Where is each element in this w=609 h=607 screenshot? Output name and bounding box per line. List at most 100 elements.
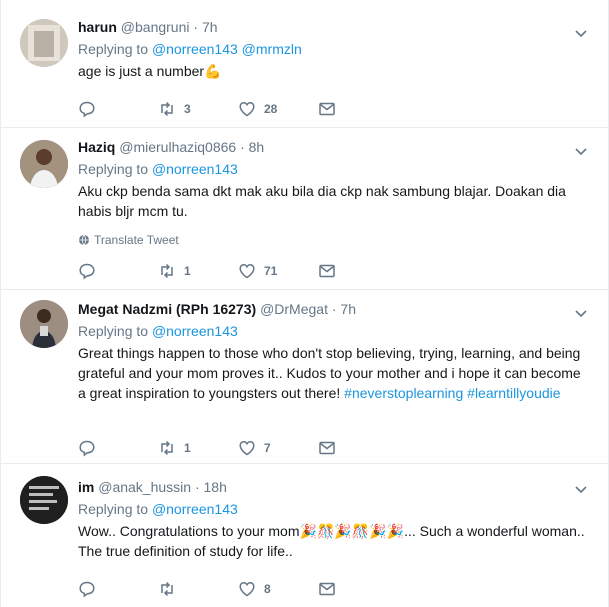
avatar[interactable]: [20, 140, 68, 188]
chevron-down-icon[interactable]: [574, 26, 588, 40]
tweet-body: Wow.. Congratulations to your mom: [78, 523, 300, 539]
retweet-icon: [161, 440, 173, 456]
tweet-header: harun @bangruni · 7h: [78, 18, 590, 37]
hashtag-link[interactable]: #learntillyoudie: [467, 385, 560, 401]
retweet-count: 1: [184, 441, 191, 455]
reply-icon: [79, 581, 95, 598]
replying-to: Replying to @norreen143: [78, 159, 590, 179]
retweet-button[interactable]: 1: [158, 262, 238, 280]
tweet-item[interactable]: Megat Nadzmi (RPh 16273) @DrMegat · 7h R…: [1, 290, 608, 464]
user-handle[interactable]: @bangruni: [121, 19, 190, 35]
like-button[interactable]: 28: [238, 100, 318, 118]
retweet-button[interactable]: 3: [158, 100, 238, 118]
heart-icon: [239, 102, 255, 117]
like-count: 8: [264, 582, 271, 596]
translate-label: Translate Tweet: [94, 233, 179, 247]
separator: ·: [189, 19, 202, 35]
avatar[interactable]: [20, 300, 68, 348]
avatar-image: [20, 140, 68, 188]
replying-label: Replying to: [78, 323, 149, 339]
like-button[interactable]: 7: [238, 439, 318, 457]
retweet-icon: [161, 101, 173, 117]
replying-label: Replying to: [78, 501, 149, 517]
tweet-text: Great things happen to those who don't s…: [78, 343, 590, 403]
tweet-actions: 1 71: [78, 261, 344, 281]
retweet-count: 1: [184, 264, 191, 278]
replying-to: Replying to @norreen143: [78, 499, 590, 519]
avatar-image: [20, 476, 68, 524]
retweet-button[interactable]: 1: [158, 439, 238, 457]
reply-icon: [79, 101, 95, 118]
user-handle[interactable]: @mierulhaziq0866: [119, 139, 236, 155]
separator: ·: [327, 301, 341, 317]
separator: ·: [236, 139, 249, 155]
direct-message-button[interactable]: [318, 262, 344, 280]
flexed-biceps-emoji: 💪: [204, 63, 222, 79]
like-button[interactable]: 71: [238, 262, 318, 280]
mention-link[interactable]: @norreen143: [152, 501, 238, 517]
avatar[interactable]: [20, 19, 68, 67]
separator: ·: [191, 479, 204, 495]
retweet-button[interactable]: [158, 580, 238, 598]
reply-icon: [79, 440, 95, 457]
timestamp[interactable]: 7h: [340, 301, 356, 317]
user-handle[interactable]: @DrMegat: [260, 301, 328, 317]
timestamp[interactable]: 18h: [204, 479, 227, 495]
direct-message-button[interactable]: [318, 580, 344, 598]
globe-icon: [79, 234, 89, 246]
replying-to: Replying to @norreen143: [78, 321, 590, 341]
tweet-text: Aku ckp benda sama dkt mak aku bila dia …: [78, 183, 566, 219]
tweet-item[interactable]: harun @bangruni · 7h Replying to @norree…: [1, 0, 608, 128]
hashtag-link[interactable]: #neverstoplearning: [344, 385, 463, 401]
reply-button[interactable]: [78, 262, 158, 280]
replying-to: Replying to @norreen143 @mrmzln: [78, 39, 590, 59]
direct-message-button[interactable]: [318, 439, 344, 457]
like-count: 7: [264, 441, 271, 455]
mention-link[interactable]: @norreen143: [152, 323, 238, 339]
avatar[interactable]: [20, 476, 68, 524]
display-name[interactable]: Haziq: [78, 139, 115, 155]
avatar-image: [20, 19, 68, 67]
tweet-text: age is just a number💪: [78, 61, 590, 81]
timestamp[interactable]: 7h: [202, 19, 218, 35]
tweet-header: Megat Nadzmi (RPh 16273) @DrMegat · 7h: [78, 300, 590, 319]
avatar-image: [20, 300, 68, 348]
heart-icon: [239, 582, 255, 597]
tweet-header: Haziq @mierulhaziq0866 · 8h: [78, 138, 590, 157]
envelope-icon: [319, 441, 335, 455]
user-handle[interactable]: @anak_hussin: [98, 479, 191, 495]
tweet-text: Wow.. Congratulations to your mom🎉🎊🎉🎊🎉🎉.…: [78, 521, 590, 561]
tweet-item[interactable]: im @anak_hussin · 18h Replying to @norre…: [1, 464, 608, 607]
heart-icon: [239, 441, 255, 456]
display-name[interactable]: im: [78, 479, 94, 495]
retweet-count: 3: [184, 102, 191, 116]
tweet-header: im @anak_hussin · 18h: [78, 478, 590, 497]
like-button[interactable]: 8: [238, 580, 318, 598]
envelope-icon: [319, 582, 335, 596]
reply-button[interactable]: [78, 100, 158, 118]
translate-tweet-link[interactable]: Translate Tweet: [78, 233, 590, 247]
direct-message-button[interactable]: [318, 100, 344, 118]
chevron-down-icon[interactable]: [574, 482, 588, 496]
reply-button[interactable]: [78, 580, 158, 598]
tweet-body: age is just a number: [78, 63, 205, 79]
mention-link[interactable]: @mrmzln: [242, 41, 302, 57]
reply-icon: [79, 263, 95, 280]
heart-icon: [239, 264, 255, 279]
display-name[interactable]: harun: [78, 19, 117, 35]
mention-link[interactable]: @norreen143: [152, 41, 238, 57]
reply-button[interactable]: [78, 439, 158, 457]
timestamp[interactable]: 8h: [249, 139, 265, 155]
retweet-icon: [161, 581, 173, 597]
envelope-icon: [319, 102, 335, 116]
chevron-down-icon[interactable]: [574, 306, 588, 320]
chevron-down-icon[interactable]: [574, 144, 588, 158]
replying-label: Replying to: [78, 161, 149, 177]
display-name[interactable]: Megat Nadzmi (RPh 16273): [78, 301, 256, 317]
like-count: 71: [264, 264, 278, 278]
tweet-feed: harun @bangruni · 7h Replying to @norree…: [0, 0, 609, 607]
tweet-item[interactable]: Haziq @mierulhaziq0866 · 8h Replying to …: [1, 128, 608, 290]
tweet-actions: 3 28: [78, 99, 344, 119]
retweet-icon: [161, 263, 173, 279]
mention-link[interactable]: @norreen143: [152, 161, 238, 177]
